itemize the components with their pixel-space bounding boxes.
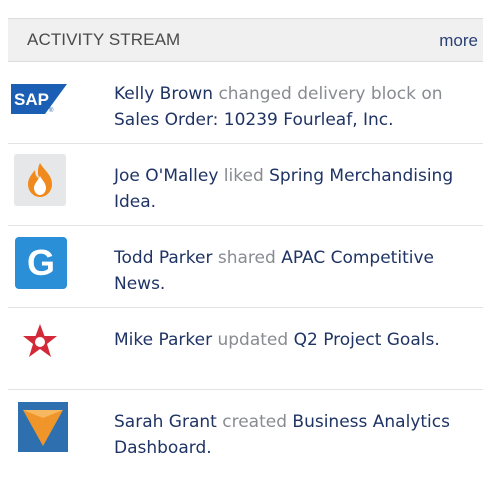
funnel-icon: [18, 402, 68, 452]
flame-icon: [14, 154, 66, 206]
g-app-icon: G: [15, 237, 67, 289]
activity-verb: created: [222, 412, 287, 432]
activity-item: Mike Parker updated Q2 Project Goals.: [8, 308, 483, 390]
activity-item: G Todd Parker shared APAC Competitive Ne…: [8, 226, 483, 308]
activity-item: Sarah Grant created Business Analytics D…: [8, 390, 483, 472]
activity-text: Kelly Brown changed delivery block on Sa…: [114, 81, 474, 133]
sap-logo-icon: SAP ®: [11, 84, 67, 114]
header-title: ACTIVITY STREAM: [27, 30, 181, 49]
actor-link[interactable]: Sarah Grant: [114, 412, 217, 432]
activity-stream-panel: ACTIVITY STREAM more SAP ® Kelly Brown c…: [0, 0, 483, 480]
actor-link[interactable]: Mike Parker: [114, 330, 212, 350]
target-link[interactable]: Q2 Project Goals.: [294, 330, 440, 350]
svg-text:®: ®: [49, 107, 54, 114]
target-link[interactable]: Sales Order: 10239 Fourleaf, Inc.: [114, 110, 394, 130]
activity-item: SAP ® Kelly Brown changed delivery block…: [8, 62, 483, 144]
activity-item: Joe O'Malley liked Spring Merchandising …: [8, 144, 483, 226]
activity-text: Sarah Grant created Business Analytics D…: [114, 409, 474, 461]
activity-verb: liked: [223, 166, 264, 186]
activity-text: Todd Parker shared APAC Competitive News…: [114, 245, 474, 297]
more-link[interactable]: more: [439, 31, 478, 51]
actor-link[interactable]: Joe O'Malley: [114, 166, 218, 186]
activity-text: Mike Parker updated Q2 Project Goals.: [114, 327, 474, 353]
activity-text: Joe O'Malley liked Spring Merchandising …: [114, 163, 474, 215]
activity-verb: updated: [217, 330, 289, 350]
svg-text:SAP: SAP: [14, 90, 49, 109]
star-icon: [23, 324, 57, 357]
activity-verb: shared: [217, 248, 276, 268]
actor-link[interactable]: Kelly Brown: [114, 84, 213, 104]
activity-verb: changed delivery block on: [218, 84, 443, 104]
actor-link[interactable]: Todd Parker: [114, 248, 212, 268]
activity-stream-header: ACTIVITY STREAM more: [8, 18, 483, 62]
